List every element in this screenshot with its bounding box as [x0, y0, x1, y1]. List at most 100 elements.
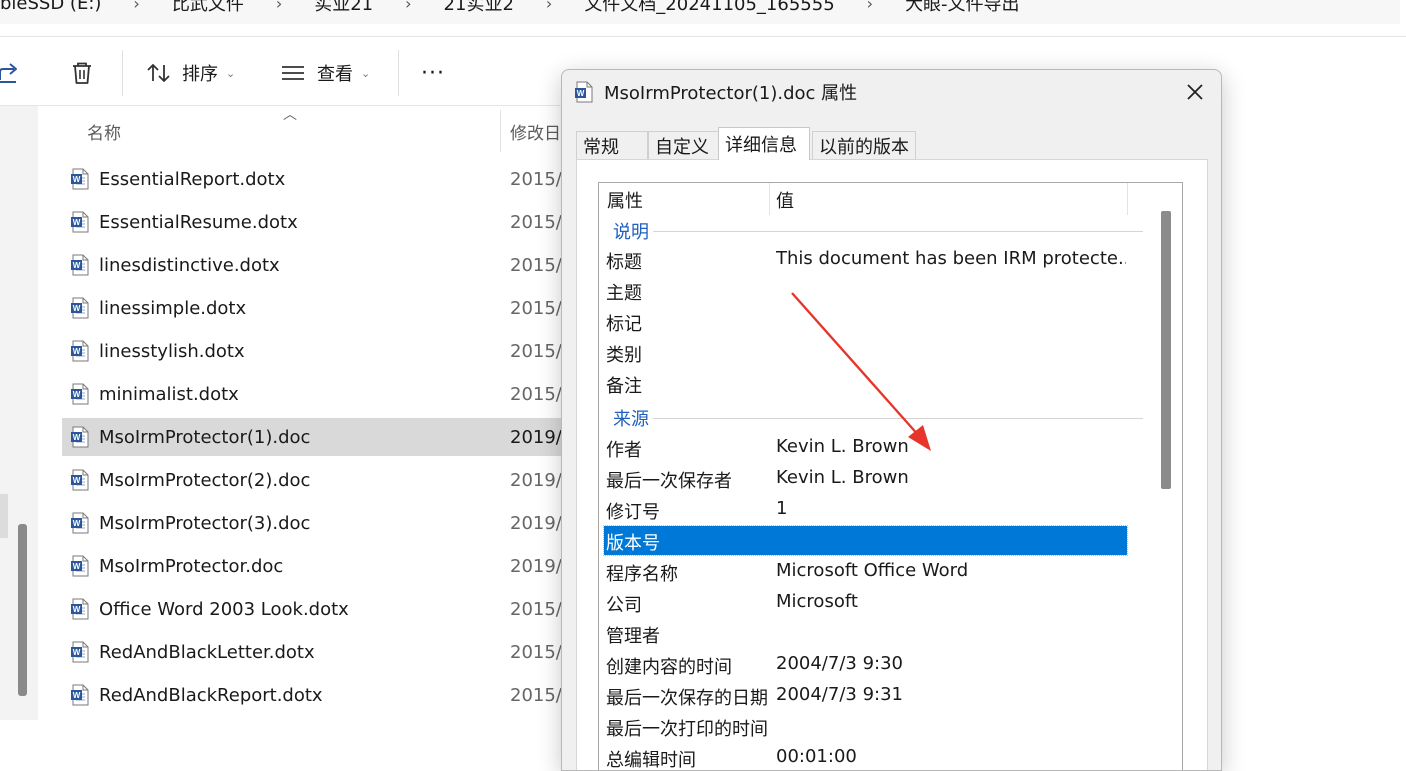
dialog-titlebar[interactable]: W MsoIrmProtector(1).doc 属性 [562, 70, 1221, 114]
column-header-value[interactable]: 值 [776, 187, 794, 213]
file-row[interactable]: W MsoIrmProtector(2).doc 2019/ [62, 461, 562, 499]
property-value: 2004/7/3 9:30 [776, 653, 903, 674]
property-name: 程序名称 [606, 564, 678, 585]
file-row[interactable]: Wlinesstylish.dotx 2015/ [62, 332, 562, 370]
breadcrumb-item[interactable]: 21实业2 [444, 0, 514, 16]
chevron-down-icon: ⌄ [226, 66, 236, 80]
file-row[interactable]: W Office Word 2003 Look.dotx 2015/ [62, 590, 562, 628]
file-modified-date: 2019/ [510, 555, 562, 577]
chevron-right-icon: › [133, 0, 140, 13]
column-header-modified[interactable]: 修改日 [510, 116, 562, 146]
property-row[interactable]: 管理者 [604, 619, 1127, 648]
breadcrumb-item[interactable]: 实业21 [314, 0, 373, 16]
dialog-title: MsoIrmProtector(1).doc 属性 [604, 83, 858, 104]
property-value: Kevin L. Brown [776, 467, 909, 488]
word-document-icon: W [70, 469, 90, 491]
file-modified-date: 2019/ [510, 426, 562, 448]
view-button[interactable]: 查看 ⌄ [280, 58, 370, 88]
property-name: 公司 [606, 595, 642, 616]
chevron-right-icon: › [545, 0, 553, 13]
column-divider[interactable] [769, 183, 770, 215]
close-button[interactable] [1181, 78, 1209, 106]
file-modified-date: 2015/ [510, 297, 562, 319]
file-modified-date: 2015/ [510, 641, 562, 663]
svg-text:W: W [73, 261, 81, 270]
word-document-icon: W [70, 168, 90, 190]
file-row[interactable]: W MsoIrmProtector(1).doc 2019/ [62, 418, 562, 456]
tab-custom[interactable]: 自定义 [648, 131, 720, 159]
property-list-scrollbar-thumb[interactable] [1161, 211, 1171, 489]
file-modified-date: 2015/ [510, 211, 562, 233]
property-name: 类别 [606, 345, 642, 366]
word-document-icon: W [70, 684, 90, 706]
trash-icon[interactable] [68, 59, 96, 87]
column-divider[interactable] [1127, 183, 1128, 215]
file-name: Office Word 2003 Look.dotx [99, 598, 349, 620]
file-row[interactable]: W RedAndBlackReport.dotx 2015/ [62, 676, 562, 714]
column-divider[interactable] [500, 110, 501, 152]
group-description: 说明 [613, 218, 1143, 244]
tab-previous-versions[interactable]: 以前的版本 [812, 131, 916, 159]
property-name: 创建内容的时间 [606, 657, 732, 678]
more-options-button[interactable]: ··· [421, 58, 445, 88]
divider [0, 105, 560, 106]
word-document-icon: W [70, 297, 90, 319]
file-row[interactable]: W MsoIrmProtector(3).doc 2019/ [62, 504, 562, 542]
file-modified-date: 2015/ [510, 383, 562, 405]
property-row[interactable]: 公司 Microsoft [604, 588, 1127, 617]
property-name: 最后一次打印的时间 [606, 719, 768, 740]
property-row[interactable]: 最后一次打印的时间 [604, 712, 1127, 741]
annotation-arrow-icon [780, 285, 950, 469]
word-document-icon: W [70, 211, 90, 233]
svg-text:W: W [73, 390, 81, 399]
property-row[interactable]: 版本号 [603, 525, 1128, 556]
breadcrumb-item[interactable]: 比武文件 [172, 0, 244, 16]
file-row[interactable]: Wlinessimple.dotx 2015/ [62, 289, 562, 327]
property-name: 总编辑时间 [606, 750, 696, 771]
svg-text:W: W [73, 304, 81, 313]
column-header-property[interactable]: 属性 [607, 187, 643, 213]
file-modified-date: 2019/ [510, 469, 562, 491]
file-row[interactable]: W RedAndBlackLetter.dotx 2015/ [62, 633, 562, 671]
property-name: 修订号 [606, 502, 660, 523]
chevron-down-icon: ⌄ [361, 66, 371, 80]
svg-text:W: W [73, 691, 81, 700]
file-row[interactable]: Wminimalist.dotx 2015/ [62, 375, 562, 413]
close-icon [1186, 83, 1204, 101]
svg-text:W: W [577, 89, 585, 98]
column-header-name[interactable]: 名称 [87, 116, 121, 146]
nav-scrollbar-thumb[interactable] [18, 524, 27, 696]
breadcrumb-item[interactable]: 文件文档_20241105_165555 [584, 0, 834, 16]
property-row[interactable]: 创建内容的时间 2004/7/3 9:30 [604, 650, 1127, 679]
file-row[interactable]: Wlinesdistinctive.dotx 2015/ [62, 246, 562, 284]
word-document-icon: W [70, 383, 90, 405]
sort-icon [146, 61, 172, 85]
property-row[interactable]: 程序名称 Microsoft Office Word [604, 557, 1127, 586]
property-row[interactable]: 修订号 1 [604, 495, 1127, 524]
tab-general[interactable]: 常规 [576, 131, 648, 159]
file-modified-date: 2015/ [510, 684, 562, 706]
svg-text:W: W [73, 605, 81, 614]
sort-ascending-icon: ︿ [283, 107, 297, 123]
view-icon [280, 63, 306, 83]
property-name: 管理者 [606, 626, 660, 647]
tab-details[interactable]: 详细信息 [718, 127, 810, 160]
file-row[interactable]: W EssentialResume.dotx 2015/ [62, 203, 562, 241]
property-value: 2004/7/3 9:31 [776, 684, 903, 705]
property-row[interactable]: 总编辑时间 00:01:00 [604, 743, 1127, 771]
sort-button[interactable]: 排序 ⌄ [146, 58, 235, 88]
svg-text:W: W [73, 433, 81, 442]
file-row[interactable]: W MsoIrmProtector.doc 2019/ [62, 547, 562, 585]
file-row[interactable]: W EssentialReport.dotx 2015/ [62, 160, 562, 198]
word-document-icon: W [70, 512, 90, 534]
breadcrumb-item[interactable]: 大眼-文件导出 [905, 0, 1020, 16]
property-row[interactable]: 最后一次保存的日期 2004/7/3 9:31 [604, 681, 1127, 710]
breadcrumb-item[interactable]: bleSSD (E:) [0, 0, 101, 14]
share-icon[interactable] [0, 60, 24, 86]
file-name: EssentialResume.dotx [99, 211, 298, 233]
property-row[interactable]: 标题 This document has been IRM protecte... [604, 245, 1127, 274]
chevron-right-icon: › [405, 0, 412, 13]
property-name: 最后一次保存者 [606, 471, 732, 492]
file-name: MsoIrmProtector(3).doc [99, 512, 311, 534]
divider [0, 36, 1406, 37]
